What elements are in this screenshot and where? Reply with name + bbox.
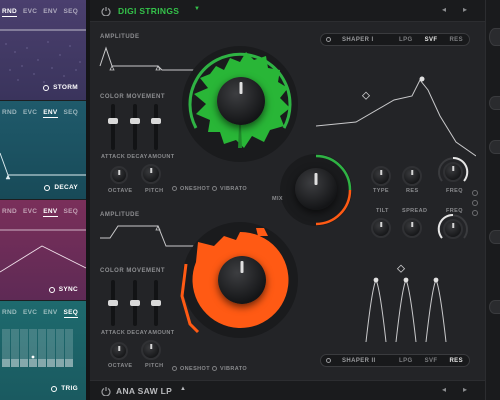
power-icon[interactable] [326,37,331,42]
amount-fader[interactable] [151,104,161,150]
attack-fader[interactable] [108,104,118,150]
decay-fader[interactable] [130,104,140,150]
modulator-name[interactable]: SYNC [48,286,78,293]
mode-lpg[interactable]: LPG [393,358,419,364]
freq-knob[interactable] [443,219,463,239]
shaper-name: SHAPER II [342,357,376,364]
mode-res[interactable]: RES [443,37,469,43]
modulator-panel-4[interactable]: RND EVC ENV SEQ TRIG [0,301,86,400]
shaper-name: SHAPER I [342,36,374,43]
decay-label: DECAY [127,154,148,160]
circle-icon [48,286,55,293]
mode-svf[interactable]: SVF [419,37,444,43]
octave-label: OCTAVE [108,363,133,369]
vibrato-toggle[interactable]: VIBRATO [212,366,247,372]
modulator-name[interactable]: DECAY [44,184,78,191]
octave-knob[interactable] [110,166,128,184]
shaper-2-selector[interactable]: SHAPER II LPG SVF RES [320,354,470,367]
side-knob[interactable] [489,140,500,154]
amplitude-label: AMPLITUDE [100,212,140,218]
amount-label: AMOUNT [148,154,175,160]
octave-label: OCTAVE [108,188,133,194]
pitch-label: PITCH [145,363,164,369]
mode-lpg[interactable]: LPG [393,37,419,43]
circle-icon [51,385,58,392]
mix-label: MIX [272,196,283,202]
radio-icon [212,186,217,192]
tilt-knob[interactable] [371,218,391,238]
vibrato-toggle[interactable]: VIBRATO [212,186,247,192]
routing-dot[interactable] [472,190,478,196]
spread-knob[interactable] [402,218,422,238]
mix-knob[interactable] [295,168,337,210]
spread-label: SPREAD [402,208,428,214]
power-icon[interactable] [326,358,331,363]
resonance-peaks-graph[interactable] [352,258,462,348]
attack-label: ATTACK [101,154,126,160]
side-knob[interactable] [489,300,500,314]
main-panel: DIGI STRINGS ▼ ◂ ▸ AMPLITUDE COLOR MOVEM… [90,0,485,400]
routing-dot[interactable] [472,210,478,216]
synth-window: RND EVC ENV SEQ STORM RND EVC ENV SEQ DE… [0,0,500,400]
modulator-name[interactable]: STORM [43,84,78,91]
decay-label: DECAY [127,330,148,336]
routing-dot[interactable] [472,200,478,206]
amount-fader[interactable] [151,280,161,326]
envelope-graph [0,229,86,273]
mode-res[interactable]: RES [443,358,469,364]
mode-svf[interactable]: SVF [419,358,444,364]
freq-label: FREQ [446,188,463,194]
circle-icon [43,84,50,91]
res-knob[interactable] [402,166,422,186]
power-icon[interactable] [101,6,111,16]
pitch-knob[interactable] [141,340,161,360]
side-knob[interactable] [489,230,500,244]
filter-curve-graph[interactable] [316,60,476,160]
freq-knob[interactable] [443,162,463,182]
oscillator-2-knob[interactable] [218,256,266,304]
preset-name[interactable]: DIGI STRINGS [118,6,179,16]
preset-name[interactable]: ANA SAW LP [116,386,172,396]
oneshot-toggle[interactable]: ONESHOT [172,186,210,192]
side-knob[interactable] [489,96,500,110]
chevron-up-icon[interactable]: ▲ [180,386,186,392]
power-icon[interactable] [101,386,111,396]
radio-icon [212,366,217,372]
circle-icon [44,184,51,191]
side-knob[interactable] [489,28,500,46]
prev-preset-button[interactable]: ◂ [442,5,446,14]
type-knob[interactable] [371,166,391,186]
oscillator-1-knob[interactable] [217,77,265,125]
modulator-name[interactable]: TRIG [51,385,78,392]
next-preset-button[interactable]: ▸ [463,385,467,394]
right-side-strip [485,0,500,400]
radio-icon [172,186,177,192]
type-label: TYPE [373,188,389,194]
modulator-panel-3[interactable]: RND EVC ENV SEQ SYNC [0,200,86,300]
modulator-panel-1[interactable]: RND EVC ENV SEQ STORM [0,0,86,100]
oneshot-toggle[interactable]: ONESHOT [172,366,210,372]
octave-knob[interactable] [110,342,128,360]
chevron-down-icon[interactable]: ▼ [194,6,200,12]
color-movement-label: COLOR MOVEMENT [100,94,165,100]
modulator-panel-2[interactable]: RND EVC ENV SEQ DECAY [0,101,86,199]
amplitude-label: AMPLITUDE [100,34,140,40]
res-label: RES [406,188,419,194]
prev-preset-button[interactable]: ◂ [442,385,446,394]
footer-bar: ANA SAW LP ▲ ◂ ▸ [90,380,485,400]
decay-fader[interactable] [130,280,140,326]
attack-fader[interactable] [108,280,118,326]
shaper-1-selector[interactable]: SHAPER I LPG SVF RES [320,33,470,46]
tilt-label: TILT [376,208,389,214]
pitch-knob[interactable] [141,164,161,184]
radio-icon [172,366,177,372]
attack-label: ATTACK [101,330,126,336]
amount-label: AMOUNT [148,330,175,336]
next-preset-button[interactable]: ▸ [463,5,467,14]
color-movement-label: COLOR MOVEMENT [100,268,165,274]
pitch-label: PITCH [145,188,164,194]
freq-label: FREQ [446,208,463,214]
header-bar: DIGI STRINGS ▼ ◂ ▸ [90,0,485,22]
